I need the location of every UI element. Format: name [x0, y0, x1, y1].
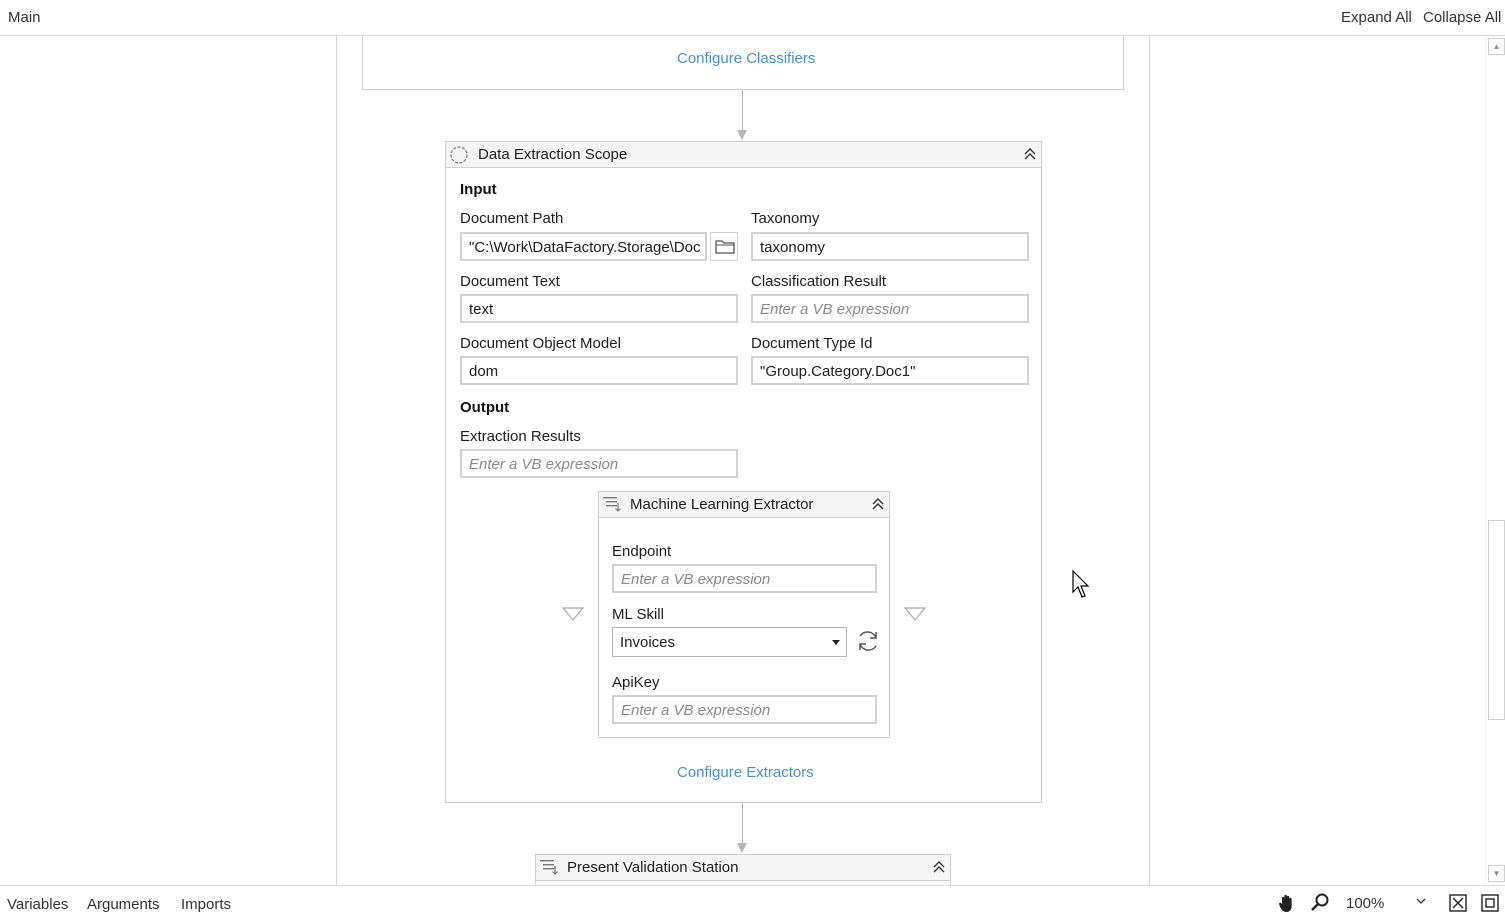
document-type-id-input[interactable]: "Group.Category.Doc1" [751, 356, 1029, 385]
ml-extractor-activity[interactable]: Machine Learning Extractor Endpoint Ente… [598, 491, 890, 738]
expand-all-button[interactable]: Expand All [1341, 9, 1412, 26]
document-type-id-label: Document Type Id [751, 335, 873, 352]
tab-variables[interactable]: Variables [7, 896, 68, 913]
classify-scope-body: Configure Classifiers [362, 36, 1124, 90]
browse-file-button[interactable] [710, 232, 738, 261]
activity-icon [603, 497, 621, 512]
collapse-chevron-icon[interactable] [1021, 145, 1039, 163]
present-validation-station-activity[interactable]: Present Validation Station [535, 854, 951, 885]
designer-header: Main Expand All Collapse All [0, 0, 1505, 36]
output-section-label: Output [460, 399, 510, 416]
taxonomy-label: Taxonomy [751, 210, 820, 227]
activity-title: Data Extraction Scope [478, 146, 628, 163]
activity-icon [540, 860, 558, 875]
scroll-down-button[interactable]: ▼ [1488, 865, 1505, 882]
classification-result-label: Classification Result [751, 273, 887, 290]
connector-line [742, 803, 743, 847]
right-drop-zone-icon[interactable] [904, 607, 926, 621]
ml-skill-label: ML Skill [612, 606, 664, 623]
endpoint-label: Endpoint [612, 543, 672, 560]
sequence-right-border [1149, 36, 1150, 885]
document-object-model-input[interactable]: dom [460, 356, 738, 385]
input-section-label: Input [460, 181, 497, 198]
vertical-scrollbar[interactable]: ▲ ▼ [1485, 36, 1505, 885]
activity-header[interactable]: Present Validation Station [536, 855, 950, 881]
activity-header[interactable]: Machine Learning Extractor [599, 492, 889, 518]
designer-canvas[interactable]: Configure Classifiers Data Extraction Sc… [0, 36, 1485, 885]
ml-skill-select[interactable]: Invoices [612, 627, 847, 657]
document-text-label: Document Text [460, 273, 560, 290]
sequence-left-border [336, 36, 337, 885]
mouse-cursor-icon [1072, 570, 1090, 598]
chevron-down-icon [1416, 898, 1426, 904]
extraction-results-input[interactable]: Enter a VB expression [460, 449, 738, 478]
collapse-all-button[interactable]: Collapse All [1423, 9, 1501, 26]
connector-line [742, 90, 743, 134]
activity-title: Machine Learning Extractor [630, 496, 814, 513]
document-path-input[interactable]: "C:\Work\DataFactory.Storage\Doc [460, 232, 707, 261]
collapse-chevron-icon[interactable] [869, 495, 887, 513]
data-extraction-scope-activity[interactable]: Data Extraction Scope Input Document Pat… [445, 141, 1042, 803]
zoom-icon[interactable] [1309, 892, 1331, 914]
classification-result-input[interactable]: Enter a VB expression [751, 294, 1029, 323]
refresh-icon[interactable] [854, 627, 882, 655]
folder-icon [715, 240, 735, 254]
tab-arguments[interactable]: Arguments [87, 896, 160, 913]
scrollbar-thumb[interactable] [1488, 520, 1505, 720]
left-drop-zone-icon[interactable] [562, 607, 584, 621]
document-path-label: Document Path [460, 210, 564, 227]
extraction-results-label: Extraction Results [460, 428, 581, 445]
zoom-select[interactable]: 100% [1338, 890, 1434, 914]
ml-skill-value: Invoices [620, 634, 676, 651]
connector-arrow [737, 843, 747, 853]
fit-to-screen-icon[interactable] [1447, 892, 1469, 914]
tab-imports[interactable]: Imports [181, 896, 231, 913]
hand-icon[interactable] [1276, 892, 1298, 914]
dropdown-arrow-icon [832, 640, 840, 645]
overview-icon[interactable] [1479, 892, 1501, 914]
configure-extractors-link[interactable]: Configure Extractors [677, 764, 814, 781]
scope-icon [450, 146, 468, 164]
connector-arrow [737, 130, 747, 140]
scroll-up-button[interactable]: ▲ [1488, 38, 1505, 55]
document-text-input[interactable]: text [460, 294, 738, 323]
breadcrumb-main[interactable]: Main [8, 9, 41, 26]
taxonomy-input[interactable]: taxonomy [751, 232, 1029, 261]
endpoint-input[interactable]: Enter a VB expression [612, 564, 877, 593]
zoom-value: 100% [1346, 895, 1385, 912]
activity-title: Present Validation Station [567, 859, 739, 876]
apikey-label: ApiKey [612, 674, 660, 691]
activity-header[interactable]: Data Extraction Scope [446, 142, 1041, 168]
apikey-input[interactable]: Enter a VB expression [612, 695, 877, 724]
collapse-chevron-icon[interactable] [930, 858, 948, 876]
designer-footer: Variables Arguments Imports 100% [0, 885, 1505, 918]
document-object-model-label: Document Object Model [460, 335, 621, 352]
configure-classifiers-link[interactable]: Configure Classifiers [677, 50, 815, 67]
